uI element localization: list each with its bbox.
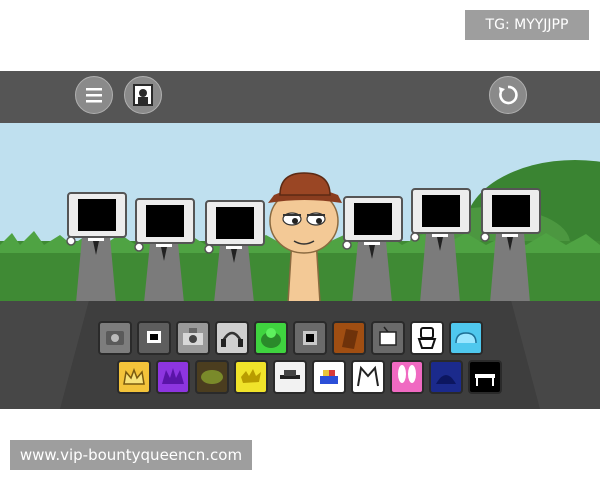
monitor-head-character[interactable] <box>128 197 200 301</box>
navy-dome-sound-icon[interactable] <box>429 360 463 394</box>
menu-button[interactable] <box>75 76 113 114</box>
yellow-splat-sound-icon[interactable] <box>234 360 268 394</box>
monitor-head-character[interactable] <box>474 187 546 301</box>
circular-arrow-icon <box>499 85 518 105</box>
small-monitor-sound-icon[interactable] <box>137 321 171 355</box>
monitor-head-character[interactable] <box>60 191 132 301</box>
portrait-frame-icon <box>133 84 153 106</box>
tv-sound-icon[interactable] <box>371 321 405 355</box>
black-bench-sound-icon[interactable] <box>468 360 502 394</box>
robot-camera-sound-icon[interactable] <box>176 321 210 355</box>
pink-bunny-sound-icon[interactable] <box>390 360 424 394</box>
olive-bowl-sound-icon[interactable] <box>195 360 229 394</box>
cat-ears-sound-icon[interactable] <box>351 360 385 394</box>
top-toolbar <box>0 71 600 123</box>
watermark-website: www.vip-bountyqueencn.com <box>10 440 252 470</box>
purple-spikes-sound-icon[interactable] <box>156 360 190 394</box>
monitor-head-character[interactable] <box>336 195 408 301</box>
gallery-button[interactable] <box>124 76 162 114</box>
brown-card-sound-icon[interactable] <box>332 321 366 355</box>
stage-scene <box>0 123 600 301</box>
monitor-head-character[interactable] <box>404 187 476 301</box>
crown-sound-icon[interactable] <box>117 360 151 394</box>
game-window <box>0 71 600 409</box>
hamburger-menu-icon <box>86 88 102 103</box>
camera-sound-icon[interactable] <box>98 321 132 355</box>
dark-screen-sound-icon[interactable] <box>293 321 327 355</box>
watermark-telegram: TG: MYYJJPP <box>465 10 589 40</box>
hat-brim-sound-icon[interactable] <box>273 360 307 394</box>
green-blob-sound-icon[interactable] <box>254 321 288 355</box>
rainbow-cap-sound-icon[interactable] <box>312 360 346 394</box>
reset-button[interactable] <box>489 76 527 114</box>
blue-cloud-sound-icon[interactable] <box>449 321 483 355</box>
toilet-sound-icon[interactable] <box>410 321 444 355</box>
headphones-sound-icon[interactable] <box>215 321 249 355</box>
